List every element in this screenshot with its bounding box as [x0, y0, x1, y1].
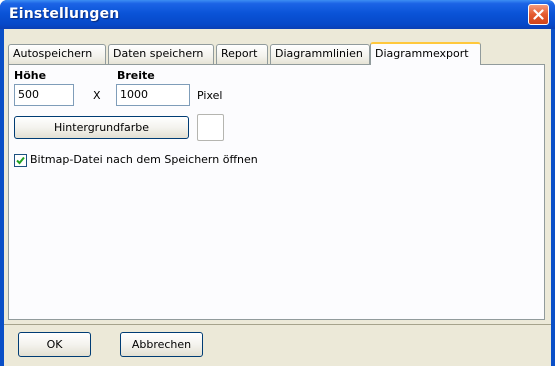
open-bitmap-label: Bitmap-Datei nach dem Speichern öffnen — [30, 153, 258, 166]
tab-report[interactable]: Report — [216, 44, 268, 64]
tab-panel-diagrammexport: Höhe Breite 500 X 1000 Pixel Hintergrund… — [8, 64, 545, 320]
dialog-client-area: Autospeichern Daten speichern Report Dia… — [4, 29, 551, 366]
ok-button[interactable]: OK — [18, 332, 91, 357]
open-bitmap-checkbox[interactable] — [14, 154, 27, 167]
height-label: Höhe — [14, 69, 47, 82]
tab-diagrammexport[interactable]: Diagrammexport — [370, 42, 481, 65]
title-bar[interactable]: Einstellungen — [0, 0, 555, 29]
width-input[interactable]: 1000 — [116, 84, 190, 106]
unit-label: Pixel — [197, 89, 223, 102]
dimension-separator: X — [93, 89, 101, 102]
close-button[interactable] — [528, 4, 549, 25]
footer-divider — [4, 324, 551, 325]
window-title: Einstellungen — [9, 6, 120, 22]
width-label: Breite — [117, 69, 155, 82]
checkmark-icon — [15, 155, 26, 166]
cancel-button[interactable]: Abbrechen — [120, 332, 203, 357]
background-color-swatch[interactable] — [197, 114, 224, 141]
tab-diagrammlinien[interactable]: Diagrammlinien — [270, 44, 370, 64]
tab-autospeichern[interactable]: Autospeichern — [8, 44, 106, 64]
tab-daten-speichern[interactable]: Daten speichern — [108, 44, 214, 64]
settings-dialog: Einstellungen Autospeichern Daten speich… — [0, 0, 555, 366]
tab-strip: Autospeichern Daten speichern Report Dia… — [8, 42, 545, 65]
background-color-button[interactable]: Hintergrundfarbe — [14, 116, 189, 139]
height-input[interactable]: 500 — [14, 84, 74, 106]
close-icon — [533, 9, 544, 20]
